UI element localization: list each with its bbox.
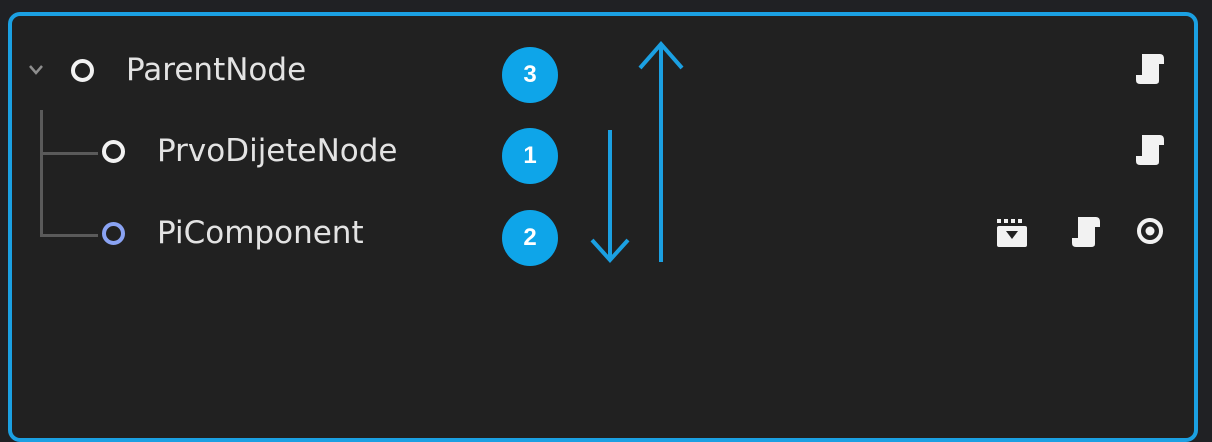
scene-tree-panel: ParentNode 3 PrvoDijeteNode 1 PiComponen… <box>8 12 1198 442</box>
execution-order-arrows <box>590 40 684 263</box>
arrow-down-icon <box>590 130 630 263</box>
arrow-up-icon <box>638 40 684 262</box>
